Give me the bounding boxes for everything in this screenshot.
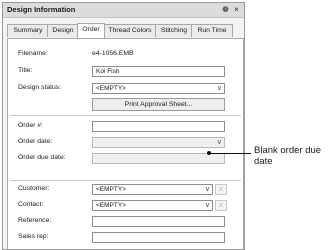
order-number-label: Order #: [18,122,43,129]
order-due-date-picker[interactable] [92,153,225,164]
reference-label: Reference: [18,217,52,224]
print-approval-sheet-button[interactable]: Print Approval Sheet... [92,98,225,111]
title-field[interactable]: Koi Fish [92,66,225,77]
customer-dropdown[interactable]: <EMPTY> ∨ [92,184,213,195]
order-tab-content: Filename: e4-1056.EMB Title: Koi Fish De… [7,38,244,249]
callout-annotation: Blank order due date [254,145,322,167]
order-date-label: Order date: [18,138,53,145]
section-divider [10,115,241,116]
close-icon[interactable]: × [231,4,242,15]
order-number-field[interactable] [92,121,225,132]
design-information-panel: Design Information ❁ × Summary Design Or… [2,2,245,250]
filename-value: e4-1056.EMB [92,50,134,57]
design-status-label: Design status: [18,84,62,91]
chevron-down-icon: ∨ [204,186,210,193]
filename-label: Filename: [18,50,48,57]
order-due-date-label: Order due date: [18,154,66,161]
contact-value: <EMPTY> [96,202,126,209]
clear-customer-icon[interactable]: ✕ [215,184,227,195]
title-field-value: Koi Fish [96,68,120,75]
callout-leader-line [209,153,245,154]
sales-rep-label: Sales rep: [18,233,49,240]
design-status-value: <EMPTY> [96,85,126,92]
sales-rep-field[interactable] [92,232,225,243]
tab-strip: Summary Design Order Thread Colors Stitc… [7,23,243,39]
callout-leader-extension [243,153,251,154]
tab-run-time[interactable]: Run Time [191,24,233,37]
title-label: Title: [18,67,33,74]
design-status-dropdown[interactable]: <EMPTY> ∨ [92,83,225,94]
chevron-down-icon: ∨ [216,139,222,146]
pin-icon[interactable]: ❁ [220,4,231,15]
tab-thread-colors[interactable]: Thread Colors [103,24,157,37]
chevron-down-icon: ∨ [216,85,222,92]
tab-design[interactable]: Design [47,24,79,37]
order-date-picker[interactable]: ∨ [92,137,225,148]
tab-stitching[interactable]: Stitching [155,24,193,37]
tab-order[interactable]: Order [77,23,105,38]
clear-contact-icon[interactable]: ✕ [215,200,227,211]
tab-summary[interactable]: Summary [7,24,49,37]
section-divider [10,180,241,181]
chevron-down-icon: ∨ [204,202,210,209]
panel-titlebar: Design Information ❁ × [3,3,244,18]
reference-field[interactable] [92,216,225,227]
contact-dropdown[interactable]: <EMPTY> ∨ [92,200,213,211]
customer-value: <EMPTY> [96,186,126,193]
contact-label: Contact: [18,201,44,208]
panel-title: Design Information [7,5,76,14]
customer-label: Customer: [18,185,50,192]
